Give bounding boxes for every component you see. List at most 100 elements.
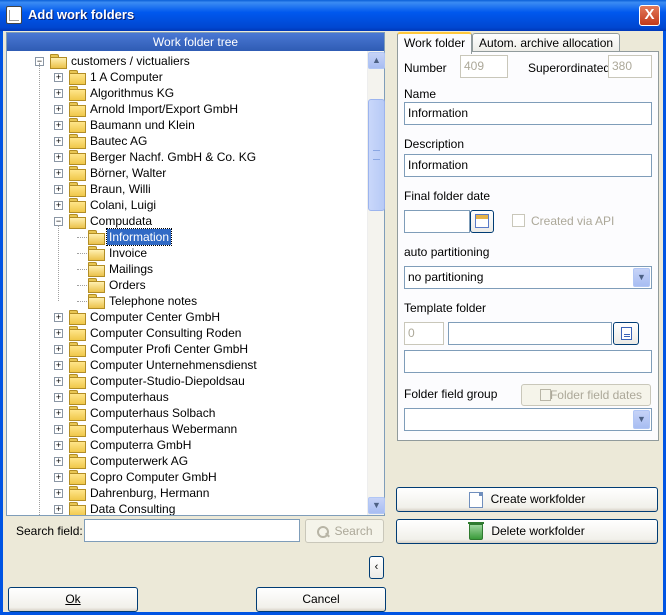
- tree-item[interactable]: + Computer Consulting Roden: [7, 325, 367, 341]
- tree-item-label: Dahrenburg, Hermann: [90, 486, 210, 500]
- tree-item[interactable]: + Arnold Import/Export GmbH: [7, 101, 367, 117]
- expand-icon[interactable]: +: [54, 169, 63, 178]
- tree-item[interactable]: − customers / victualiers: [7, 53, 367, 69]
- chevron-down-icon[interactable]: ▼: [633, 268, 650, 287]
- expand-icon[interactable]: +: [54, 137, 63, 146]
- folder-icon: [88, 262, 105, 277]
- auto-partitioning-value: no partitioning: [408, 270, 484, 284]
- name-field[interactable]: Information: [404, 102, 652, 125]
- tree-item[interactable]: Telephone notes: [7, 293, 367, 309]
- expand-icon[interactable]: +: [54, 89, 63, 98]
- date-picker-button[interactable]: [470, 210, 494, 233]
- expand-icon[interactable]: +: [54, 409, 63, 418]
- expand-icon[interactable]: +: [54, 185, 63, 194]
- template-folder-path-field[interactable]: [404, 350, 652, 373]
- ok-button[interactable]: Ok: [8, 587, 138, 612]
- expand-icon[interactable]: +: [54, 329, 63, 338]
- folder-icon: [69, 182, 86, 197]
- title-bar[interactable]: Add work folders X: [0, 0, 666, 31]
- tree-item[interactable]: + Computerwerk AG: [7, 453, 367, 469]
- expand-icon[interactable]: +: [54, 457, 63, 466]
- folder-icon: [69, 214, 86, 229]
- tree-item[interactable]: + Computerra GmbH: [7, 437, 367, 453]
- tree-connector: [77, 253, 87, 254]
- tab-autom-archive-allocation[interactable]: Autom. archive allocation: [472, 33, 621, 53]
- chevron-down-icon[interactable]: ▼: [633, 410, 650, 429]
- expand-icon[interactable]: +: [54, 73, 63, 82]
- create-workfolder-label: Create workfolder: [490, 492, 586, 506]
- tree-item[interactable]: + Computerhaus: [7, 389, 367, 405]
- expand-icon[interactable]: +: [54, 313, 63, 322]
- tree-connector: [77, 269, 87, 270]
- tree-item[interactable]: + Computerhaus Webermann: [7, 421, 367, 437]
- close-button[interactable]: X: [639, 5, 660, 26]
- tree-item[interactable]: + Algorithmus KG: [7, 85, 367, 101]
- expand-icon[interactable]: +: [54, 361, 63, 370]
- cancel-button[interactable]: Cancel: [256, 587, 386, 612]
- folder-field-group-select[interactable]: ▼: [404, 408, 652, 431]
- template-folder-name-field[interactable]: [448, 322, 612, 345]
- tree-item[interactable]: + Dahrenburg, Hermann: [7, 485, 367, 501]
- expand-icon[interactable]: +: [54, 345, 63, 354]
- tree-item-label: Data Consulting: [90, 502, 176, 515]
- tree-item[interactable]: + Berger Nachf. GmbH & Co. KG: [7, 149, 367, 165]
- tree-item[interactable]: Mailings: [7, 261, 367, 277]
- scroll-up-arrow-icon[interactable]: ▲: [368, 52, 385, 69]
- auto-partitioning-select[interactable]: no partitioning ▼: [404, 266, 652, 289]
- tree-item[interactable]: − Compudata: [7, 213, 367, 229]
- tree-item[interactable]: Orders: [7, 277, 367, 293]
- delete-workfolder-label: Delete workfolder: [491, 524, 585, 538]
- expand-icon[interactable]: +: [54, 201, 63, 210]
- tree-item[interactable]: + Computer Center GmbH: [7, 309, 367, 325]
- tree-item[interactable]: + Computerhaus Solbach: [7, 405, 367, 421]
- folder-icon: [69, 502, 86, 515]
- expand-icon[interactable]: +: [54, 121, 63, 130]
- created-via-api-label: Created via API: [531, 214, 615, 228]
- created-via-api-checkbox: [512, 214, 525, 227]
- expand-icon[interactable]: +: [54, 473, 63, 482]
- collapse-panel-button[interactable]: ‹: [369, 556, 384, 579]
- folder-field-group-label: Folder field group: [404, 387, 498, 401]
- select-template-folder-button[interactable]: [613, 322, 639, 345]
- tree-item[interactable]: + Braun, Willi: [7, 181, 367, 197]
- tree-item[interactable]: +1 A Computer: [7, 69, 367, 85]
- tree-item[interactable]: + Bautec AG: [7, 133, 367, 149]
- tree-item[interactable]: Information: [7, 228, 367, 246]
- final-folder-date-label: Final folder date: [404, 189, 491, 203]
- tree-item[interactable]: + Baumann und Klein: [7, 117, 367, 133]
- tree-item[interactable]: + Colani, Luigi: [7, 197, 367, 213]
- expand-icon[interactable]: +: [54, 393, 63, 402]
- search-input[interactable]: [84, 519, 300, 542]
- tree-item[interactable]: + Computer Profi Center GmbH: [7, 341, 367, 357]
- folder-icon: [50, 54, 67, 69]
- description-field[interactable]: Information: [404, 154, 652, 177]
- expand-icon[interactable]: +: [54, 505, 63, 514]
- scroll-down-arrow-icon[interactable]: ▼: [368, 497, 385, 514]
- search-button[interactable]: Search: [305, 519, 384, 543]
- tree-item-label: Computerhaus Webermann: [90, 422, 238, 436]
- tab-work-folder[interactable]: Work folder: [397, 32, 473, 54]
- tree-item-label: Berger Nachf. GmbH & Co. KG: [90, 150, 257, 164]
- scroll-thumb[interactable]: [368, 99, 385, 211]
- create-workfolder-button[interactable]: Create workfolder: [396, 487, 658, 512]
- expand-icon[interactable]: +: [54, 377, 63, 386]
- tree-item[interactable]: + Computer Unternehmensdienst: [7, 357, 367, 373]
- tree-item[interactable]: + Copro Computer GmbH: [7, 469, 367, 485]
- tree-item[interactable]: + Data Consulting: [7, 501, 367, 515]
- tree-item-label: Arnold Import/Export GmbH: [90, 102, 239, 116]
- cancel-button-label: Cancel: [302, 592, 340, 606]
- expand-icon[interactable]: +: [54, 105, 63, 114]
- tree-item[interactable]: + Computer-Studio-Diepoldsau: [7, 373, 367, 389]
- delete-workfolder-button[interactable]: Delete workfolder: [396, 519, 658, 544]
- work-folder-tree[interactable]: − customers / victualiers +1 A Computer + Al…: [7, 51, 367, 515]
- expand-icon[interactable]: +: [54, 153, 63, 162]
- folder-icon: [69, 326, 86, 341]
- expand-icon[interactable]: +: [54, 425, 63, 434]
- tree-scrollbar[interactable]: ▲ ▼: [367, 51, 385, 515]
- grid-icon: [540, 389, 551, 401]
- final-folder-date-field[interactable]: [404, 210, 470, 233]
- tree-item[interactable]: + Börner, Walter: [7, 165, 367, 181]
- tree-item[interactable]: Invoice: [7, 245, 367, 261]
- expand-icon[interactable]: +: [54, 441, 63, 450]
- expand-icon[interactable]: +: [54, 489, 63, 498]
